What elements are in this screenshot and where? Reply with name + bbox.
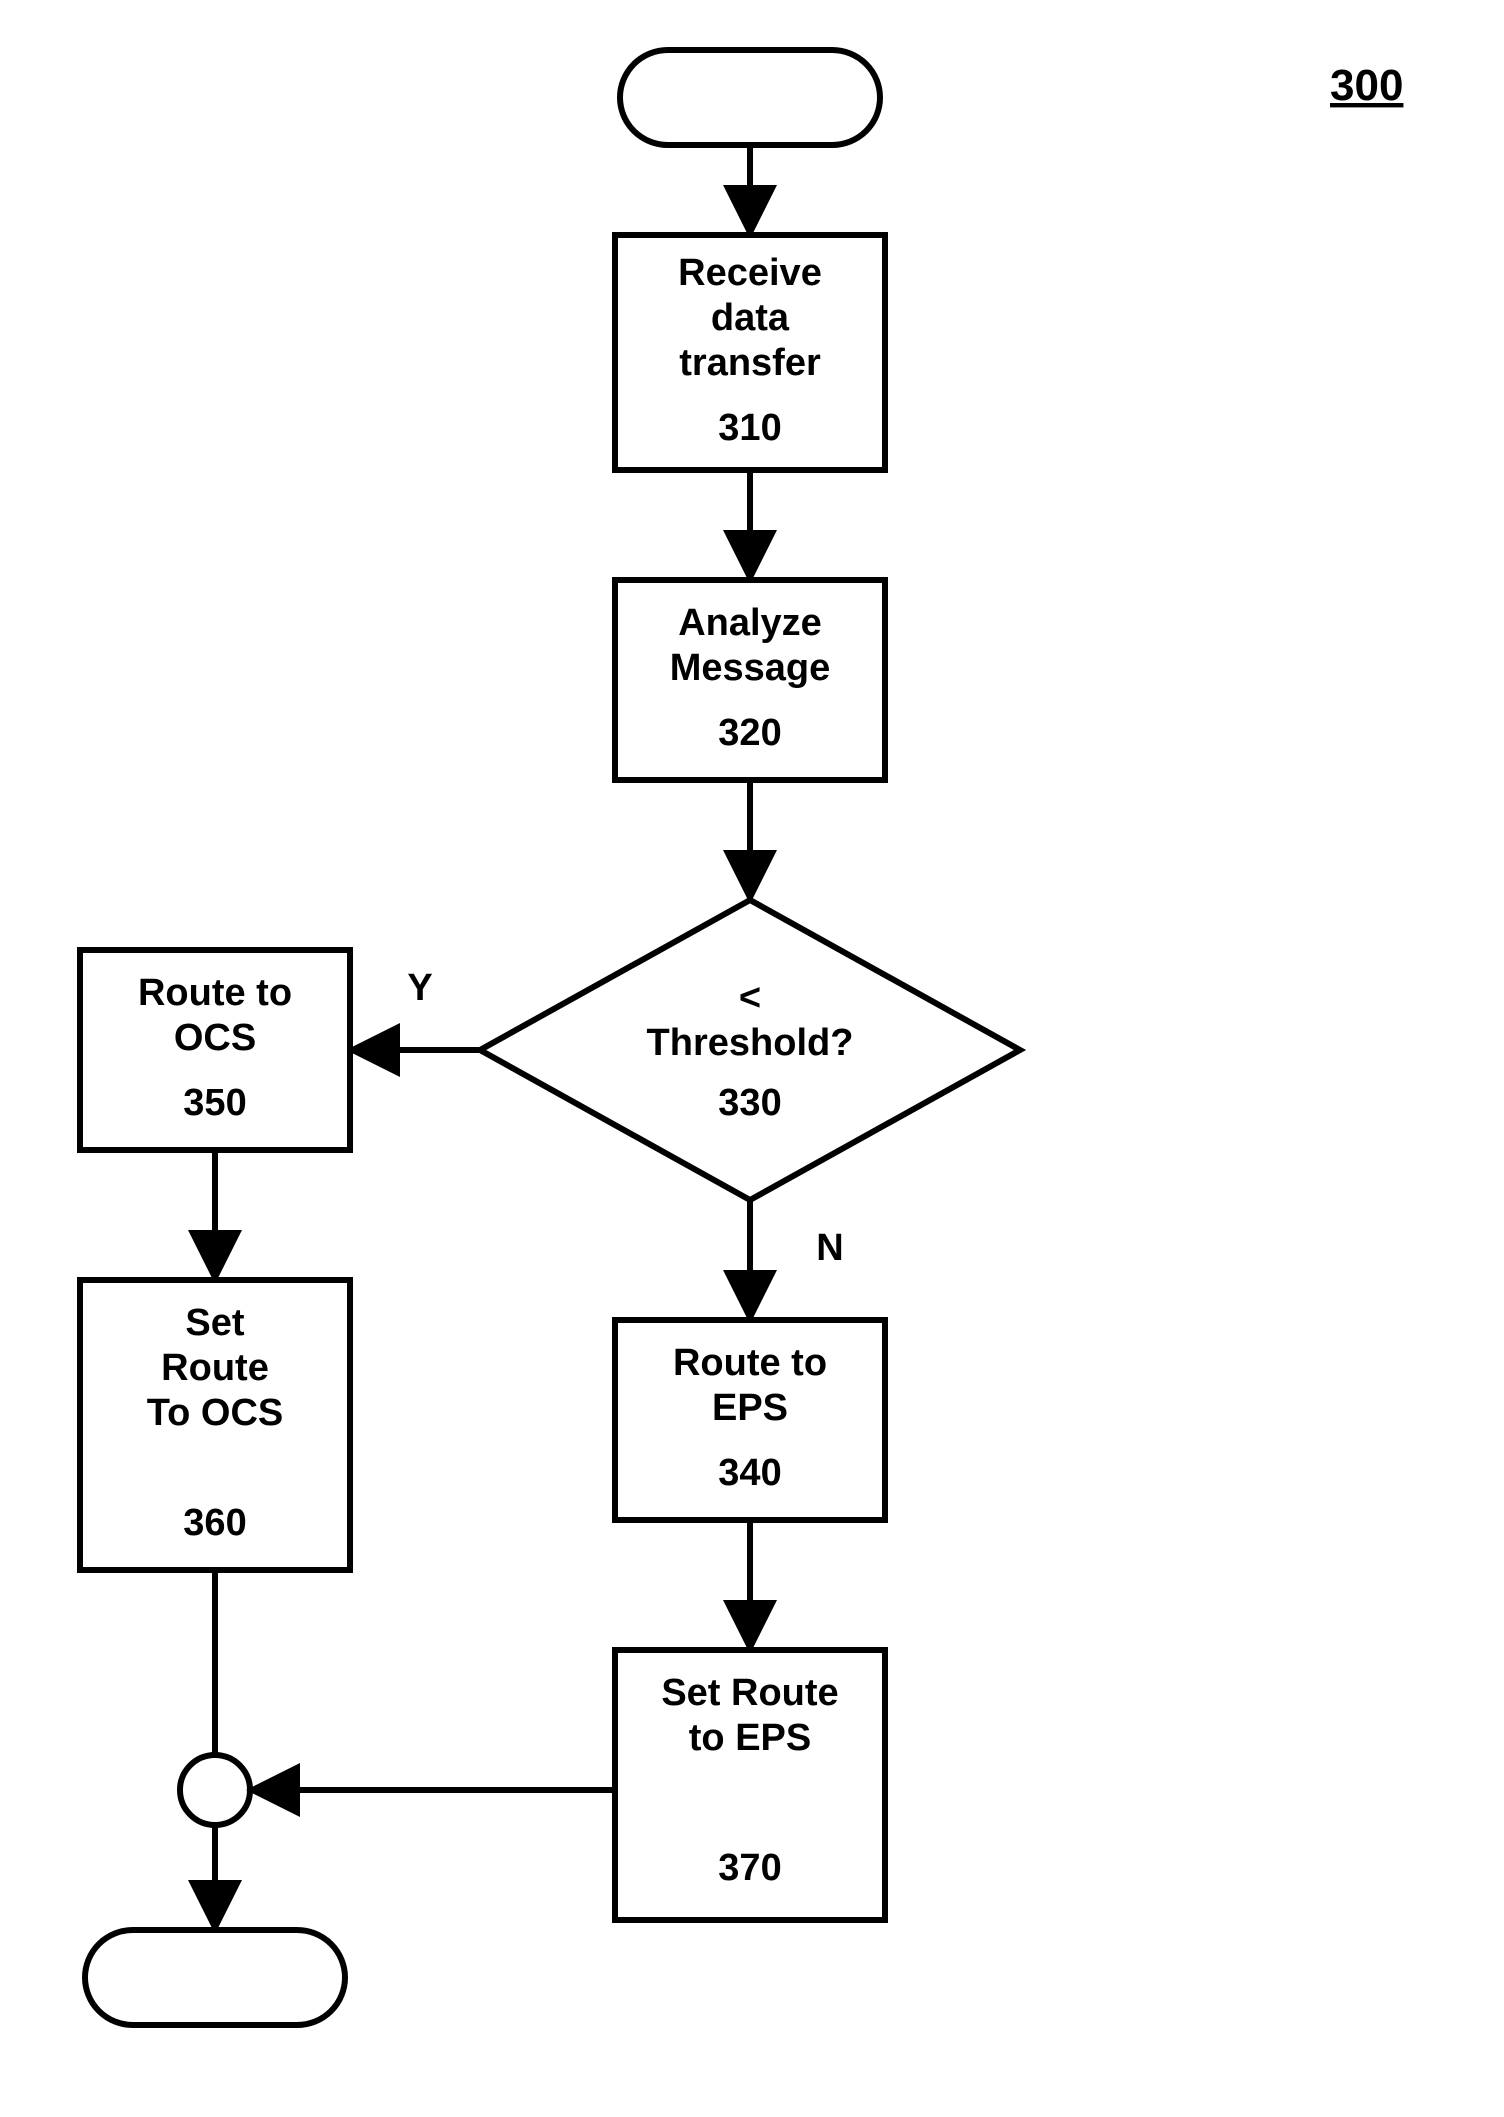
decision-num: 330 (718, 1082, 781, 1124)
analyze-num: 320 (718, 712, 781, 754)
route-ocs-l1: Route to (138, 972, 292, 1014)
analyze-l2: Message (670, 647, 831, 689)
set-eps-num: 370 (718, 1847, 781, 1889)
route-eps-l1: Route to (673, 1342, 827, 1384)
edge-no-label: N (816, 1227, 843, 1269)
end-terminator (85, 1930, 345, 2025)
flowchart: 300 Receive data transfer 310 Analyze Me… (0, 0, 1504, 2117)
figure-label: 300 (1330, 61, 1403, 110)
analyze-l1: Analyze (678, 602, 822, 644)
decision-l1: < (739, 977, 761, 1019)
decision-l2: Threshold? (647, 1022, 854, 1064)
receive-l2: data (711, 297, 790, 339)
route-ocs-l2: OCS (174, 1017, 256, 1059)
receive-l3: transfer (679, 342, 821, 384)
route-ocs-num: 350 (183, 1082, 246, 1124)
edge-yes-label: Y (407, 967, 432, 1009)
set-ocs-l2: Route (161, 1347, 269, 1389)
receive-l1: Receive (678, 252, 822, 294)
set-eps-l2: to EPS (689, 1717, 811, 1759)
junction-node (180, 1755, 250, 1825)
start-terminator (620, 50, 880, 145)
receive-num: 310 (718, 407, 781, 449)
set-ocs-l3: To OCS (147, 1392, 284, 1434)
set-ocs-num: 360 (183, 1502, 246, 1544)
set-eps-l1: Set Route (661, 1672, 838, 1714)
route-eps-l2: EPS (712, 1387, 788, 1429)
route-eps-num: 340 (718, 1452, 781, 1494)
set-ocs-l1: Set (185, 1302, 244, 1344)
